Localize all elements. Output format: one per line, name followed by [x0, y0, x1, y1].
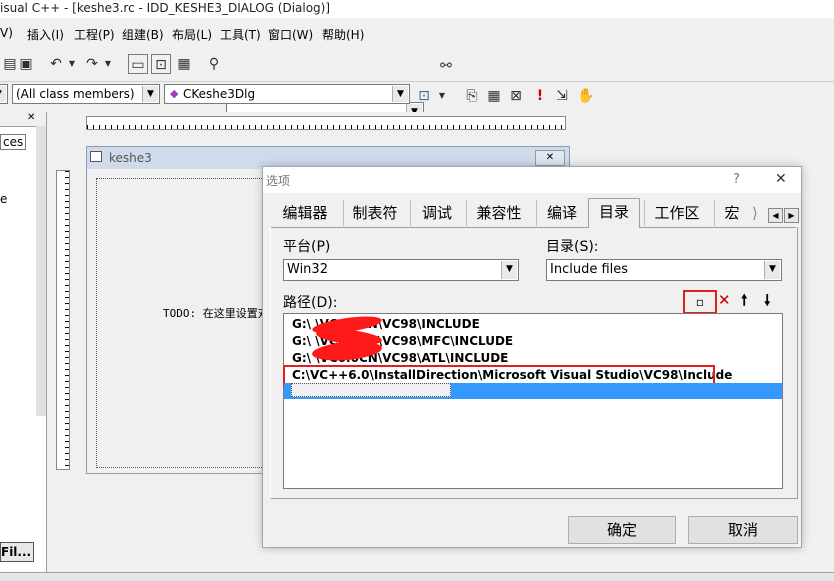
horizontal-ruler[interactable]	[86, 116, 566, 130]
menu-bar: V) 插入(I) 工程(P) 组建(B) 布局(L) 工具(T) 窗口(W) 帮…	[0, 20, 834, 46]
close-icon[interactable]: ✕	[27, 112, 35, 123]
edited-dialog-title: keshe3	[109, 151, 152, 165]
directory-select[interactable]: Include files ▼	[546, 259, 782, 281]
tab-overflow-edge: ⟩	[752, 204, 758, 222]
directory-label: 目录(S):	[546, 239, 599, 255]
output-icon[interactable]: ⊡	[151, 54, 171, 74]
move-up-icon[interactable]: 🠕	[741, 290, 747, 315]
menu-layout[interactable]: 布局(L)	[172, 26, 212, 43]
chevron-down-icon[interactable]: ▼	[392, 86, 408, 102]
workspace-panel-header	[0, 112, 46, 127]
stop-build-icon[interactable]: ⊠	[506, 86, 526, 106]
path-edit-box[interactable]	[291, 383, 451, 397]
chevron-down-icon[interactable]: ▼	[0, 86, 6, 102]
workspace-tree-fragment: e	[0, 192, 8, 206]
menu-insert[interactable]: 插入(I)	[27, 26, 64, 43]
tab-build[interactable]: 编译	[536, 200, 587, 226]
platform-label: 平台(P)	[283, 239, 331, 255]
menu-tools[interactable]: 工具(T)	[220, 26, 261, 43]
cancel-button[interactable]: 取消	[688, 516, 798, 544]
tab-tabs[interactable]: 制表符	[343, 200, 406, 226]
find-in-files-icon[interactable]: ⚲	[204, 54, 224, 74]
close-button[interactable]: ✕	[775, 171, 787, 187]
tab-compatibility[interactable]: 兼容性	[466, 200, 531, 226]
vertical-ruler[interactable]	[56, 170, 70, 470]
execute-icon[interactable]: !	[530, 86, 550, 106]
combo-partial[interactable]: ▼	[0, 84, 8, 104]
platform-value: Win32	[287, 262, 328, 277]
chevron-down-icon[interactable]: ▼	[764, 261, 780, 279]
class-filter-combo[interactable]: (All class members) ▼	[12, 84, 160, 104]
class-icon: ◆	[170, 87, 179, 100]
tab-debug[interactable]: 调试	[410, 200, 463, 226]
wizard-action-icon[interactable]: ⊡	[414, 86, 434, 106]
menu-build[interactable]: 组建(B)	[122, 26, 164, 43]
menu-window[interactable]: 窗口(W)	[268, 26, 313, 43]
windows-list-icon[interactable]: ▦	[174, 54, 194, 74]
path-label: 路径(D):	[283, 295, 338, 311]
standard-toolbar: ▤ ▣ ↶ ▼ ↷ ▼ ▭ ⊡ ▦ ⚲ ▼ ⚯	[0, 48, 834, 122]
compile-icon[interactable]: ⎘	[462, 86, 482, 106]
wizard-bar: ▼ (All class members) ▼ ◆ CKeshe3Dlg ▼ ⊡…	[0, 82, 834, 110]
chevron-down-icon[interactable]: ▼	[142, 86, 158, 102]
binoculars-icon[interactable]: ⚯	[436, 56, 456, 76]
class-name-value: CKeshe3Dlg	[183, 87, 256, 101]
workspace-icon[interactable]: ▭	[128, 54, 148, 74]
menu-view[interactable]: V)	[0, 26, 13, 40]
options-dialog-title: 选项	[266, 174, 291, 188]
move-down-icon[interactable]: 🠗	[764, 290, 770, 315]
directory-value: Include files	[550, 262, 629, 277]
menu-help[interactable]: 帮助(H)	[322, 26, 364, 43]
todo-static-text[interactable]: TODO: 在这里设置对	[163, 305, 269, 321]
build-icon[interactable]: ▦	[484, 86, 504, 106]
close-icon[interactable]: ✕	[535, 150, 565, 166]
insert-remove-breakpoint-icon[interactable]: ⇲	[552, 86, 572, 106]
app-icon	[90, 151, 102, 162]
workspace-scrollbar[interactable]	[36, 126, 46, 416]
hand-icon[interactable]: ✋	[576, 86, 596, 106]
class-filter-value: (All class members)	[16, 87, 135, 101]
workspace-tab-resources[interactable]: ces	[0, 134, 27, 150]
new-path-highlight	[683, 290, 717, 314]
class-name-combo[interactable]: ◆ CKeshe3Dlg ▼	[164, 84, 410, 104]
file-view-tab[interactable]: Fil...	[0, 542, 34, 562]
platform-select[interactable]: Win32 ▼	[283, 259, 519, 281]
wizard-dropdown-icon[interactable]: ▼	[432, 86, 452, 106]
tab-scroll-right-icon[interactable]: ▶	[784, 208, 799, 223]
delete-path-icon[interactable]: ✕	[718, 291, 731, 309]
options-dialog-titlebar[interactable]: 选项 ? ✕	[263, 167, 801, 193]
tab-scroll-left-icon[interactable]: ◀	[768, 208, 783, 223]
redo-dropdown-icon[interactable]: ▼	[98, 54, 118, 74]
tab-editor[interactable]: 编辑器	[272, 200, 338, 226]
tab-workspace[interactable]: 工作区	[644, 200, 709, 226]
ok-button[interactable]: 确定	[568, 516, 676, 544]
paste-icon[interactable]: ▣	[16, 54, 36, 74]
chevron-down-icon[interactable]: ▼	[501, 261, 517, 279]
menu-project[interactable]: 工程(P)	[74, 26, 115, 43]
window-title: isual C++ - [keshe3.rc - IDD_KESHE3_DIAL…	[0, 0, 834, 18]
undo-dropdown-icon[interactable]: ▼	[62, 54, 82, 74]
tab-macros[interactable]: 宏	[714, 200, 749, 226]
tab-directories[interactable]: 目录	[588, 198, 640, 228]
help-button[interactable]: ?	[733, 172, 740, 187]
